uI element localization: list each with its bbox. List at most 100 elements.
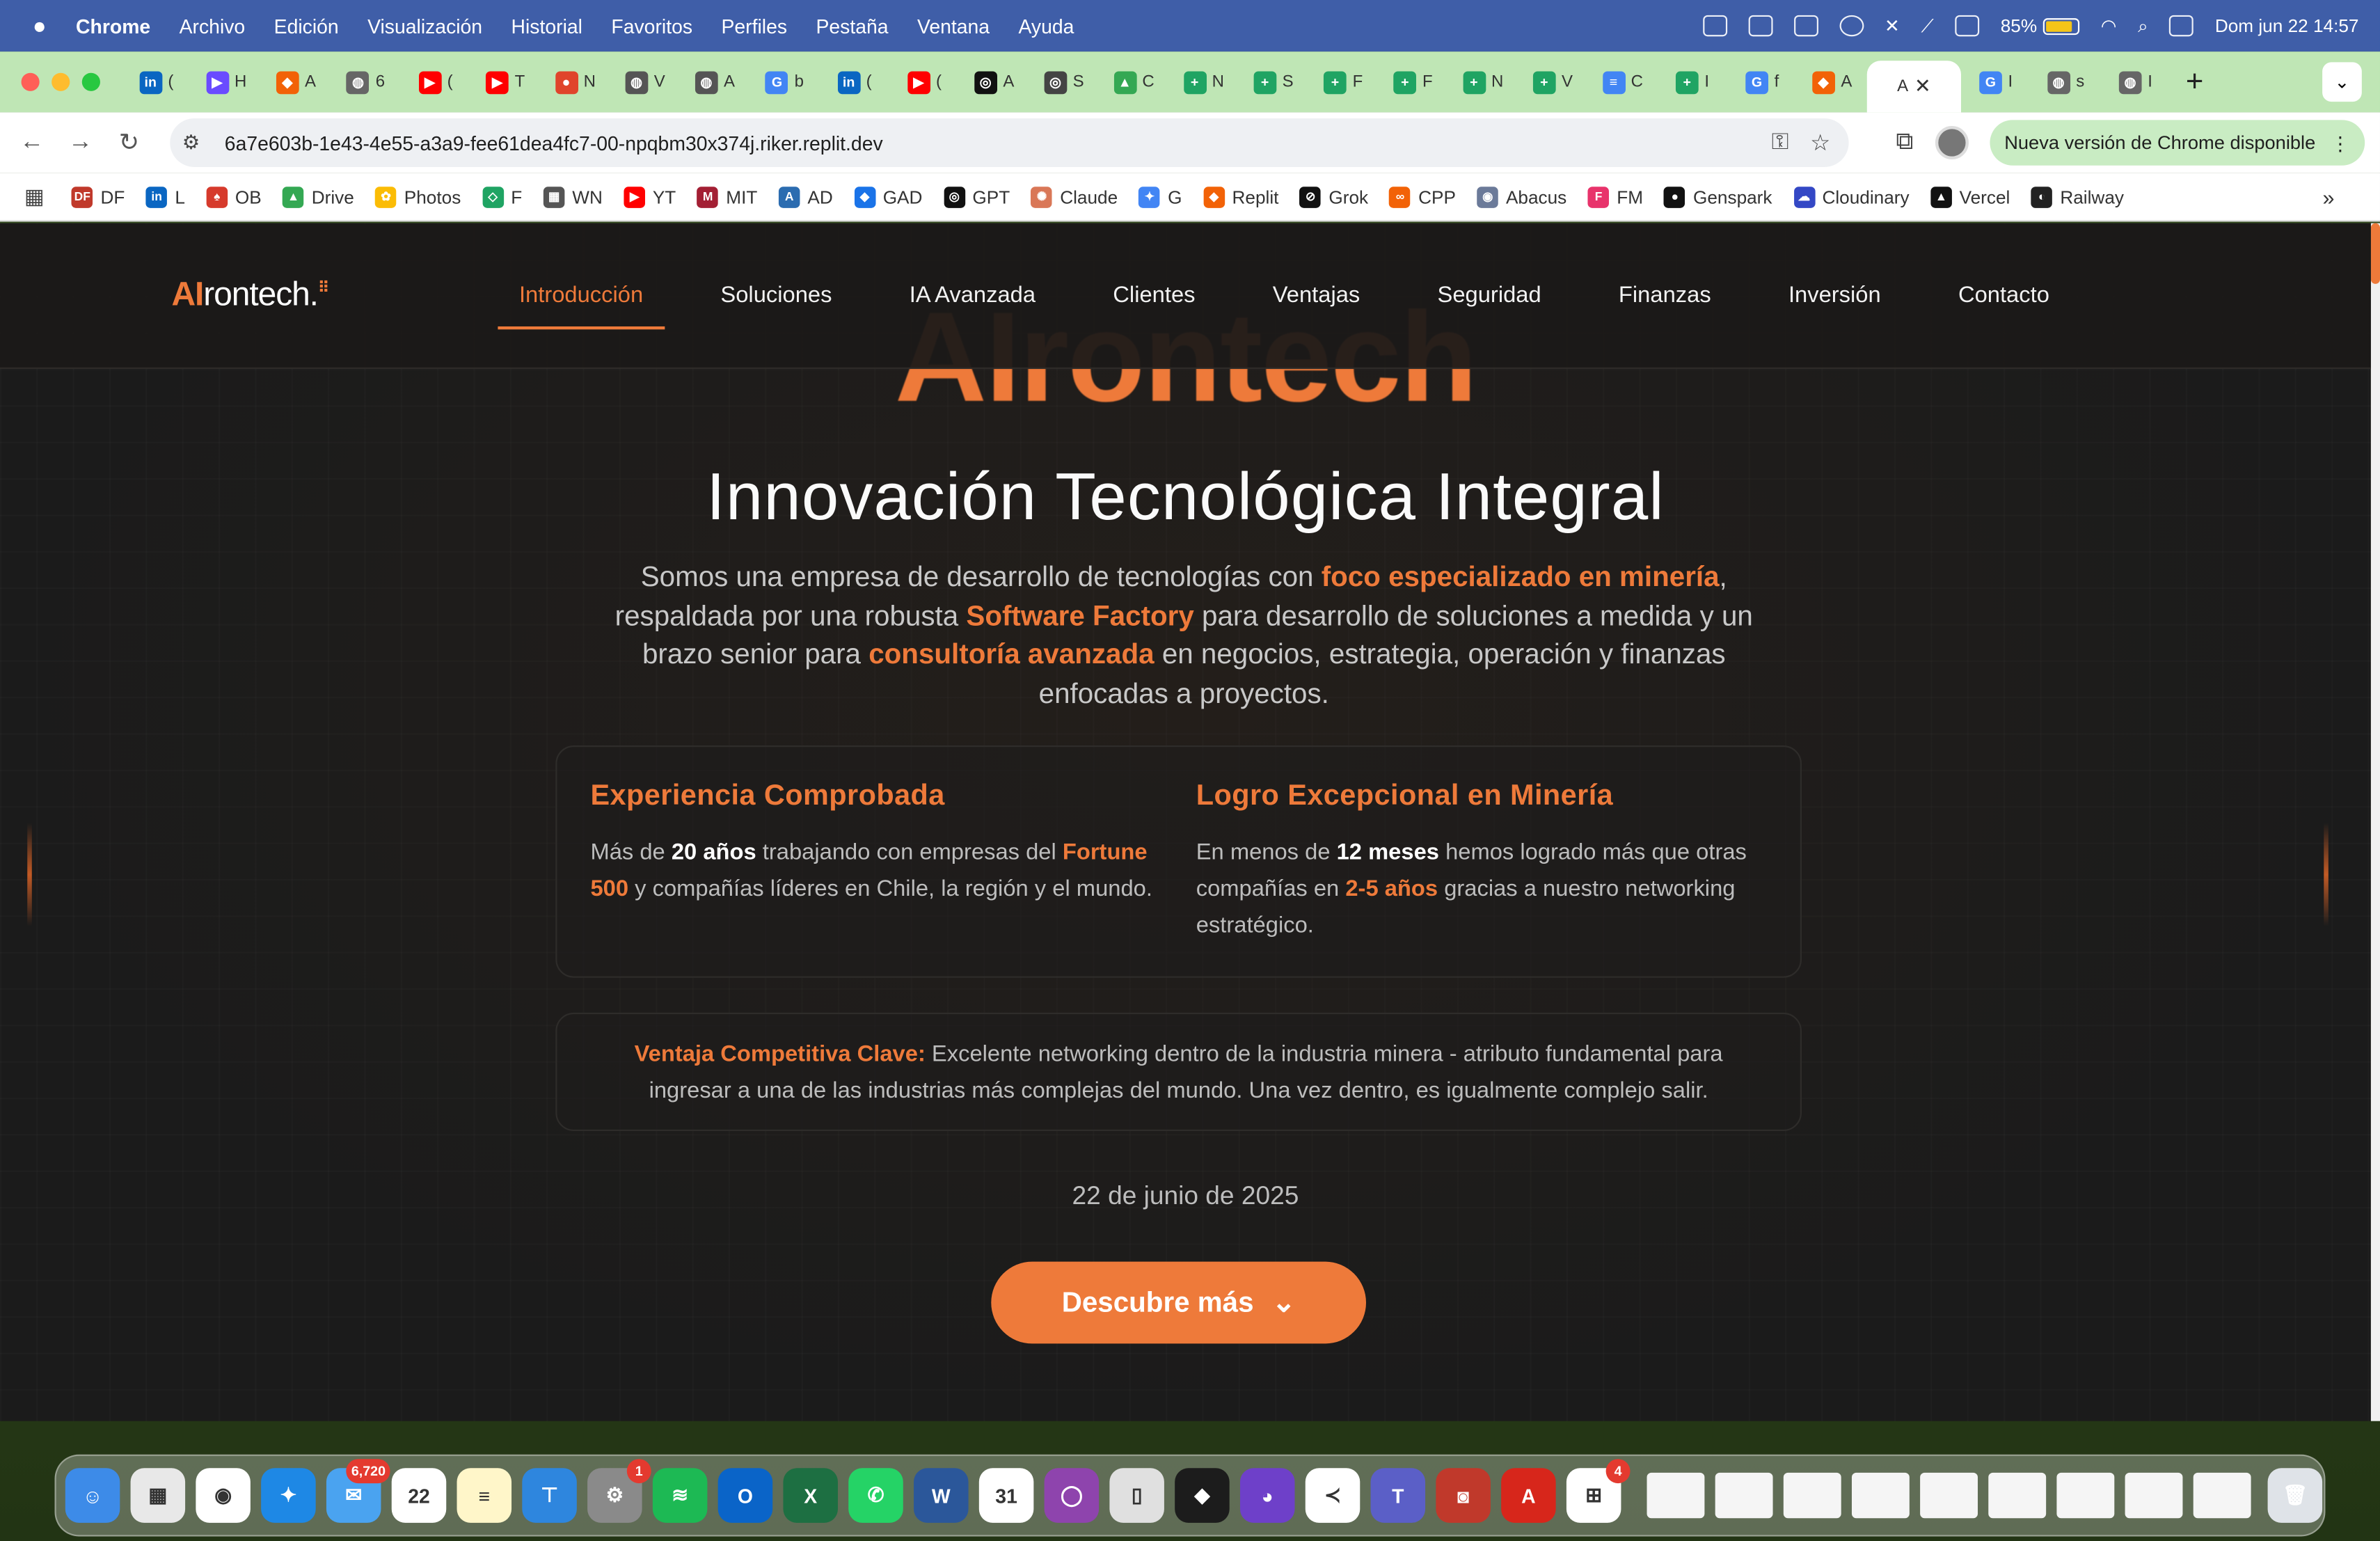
display-icon[interactable] [1955, 15, 1980, 37]
circle-app-icon[interactable]: ◯ [1044, 1468, 1100, 1523]
bookmark-item[interactable]: ⊘ Grok [1299, 186, 1368, 207]
discover-more-button[interactable]: Descubre más ⌄ [991, 1261, 1367, 1344]
mail-icon[interactable]: ✉ 6,720 [326, 1459, 390, 1523]
bookmark-item[interactable]: ◆ GAD [854, 186, 922, 207]
tab[interactable]: + N [1448, 59, 1518, 104]
bookmark-item[interactable]: ✿ Photos [375, 186, 461, 207]
keynote-icon[interactable]: ⊤ [522, 1468, 577, 1523]
tab[interactable]: + V [1518, 59, 1587, 104]
tab[interactable]: ◍ I [2101, 59, 2171, 104]
apps-grid-icon[interactable]: ▦ [24, 184, 45, 210]
launchpad-icon[interactable]: ▦ [130, 1468, 186, 1523]
github-icon[interactable]: ◕ [1239, 1468, 1295, 1523]
play-status-icon[interactable] [1839, 15, 1864, 37]
tab[interactable]: + S [1239, 59, 1308, 104]
tab[interactable]: GI [1961, 59, 2031, 104]
tab-search-dropdown[interactable]: ⌄ [2322, 62, 2362, 102]
site-info-icon[interactable]: ⚙ [182, 131, 207, 155]
bookmark-item[interactable]: ∞ CPP [1389, 186, 1456, 207]
bookmark-item[interactable]: ◆ Replit [1203, 186, 1278, 207]
password-key-icon[interactable]: ⚿ [1772, 129, 1789, 156]
bookmark-item[interactable]: ▲ Drive [283, 186, 354, 207]
menu-item[interactable]: Favoritos [611, 15, 692, 38]
finder-icon[interactable]: ☺ [65, 1468, 120, 1523]
tab[interactable]: ◎ A [959, 59, 1029, 104]
bookmark-item[interactable]: ♠ OB [206, 186, 262, 207]
outlook-icon[interactable]: O [717, 1468, 773, 1523]
recent-document-thumbnail[interactable] [1851, 1472, 1910, 1519]
url-text[interactable]: 6a7e603b-1e43-4e55-a3a9-fee61dea4fc7-00-… [225, 132, 883, 155]
tab[interactable]: ◆ A [261, 59, 331, 104]
tab[interactable]: ≡ C [1587, 59, 1657, 104]
bookmark-item[interactable]: DF DF [72, 186, 125, 207]
tab[interactable]: + N [1168, 59, 1238, 104]
calendar-icon[interactable]: 22 [391, 1468, 447, 1523]
tab[interactable]: Gb [749, 59, 819, 104]
reload-button[interactable]: ↻ [112, 126, 145, 159]
status-app-icon[interactable] [1747, 15, 1772, 37]
tab[interactable]: + I [1658, 59, 1727, 104]
recent-document-thumbnail[interactable] [1783, 1472, 1841, 1519]
nav-link[interactable]: Finanzas [1597, 266, 1732, 330]
menu-item[interactable]: Pestaña [816, 15, 888, 38]
replit-icon[interactable]: ◆ [1175, 1468, 1230, 1523]
bookmark-item[interactable]: ◉ Abacus [1477, 186, 1566, 207]
page-scrollbar[interactable] [2370, 223, 2380, 1421]
tab[interactable]: ▶ T [470, 59, 540, 104]
menu-item[interactable]: Ayuda [1018, 15, 1074, 38]
bookmark-item[interactable]: M MIT [697, 186, 757, 207]
menu-item[interactable]: Visualización [367, 15, 482, 38]
tab[interactable]: ◆ A [1797, 59, 1866, 104]
bookmark-item[interactable]: ✺ Claude [1031, 186, 1118, 207]
chrome-icon[interactable]: ◉ [196, 1468, 251, 1523]
nav-link[interactable]: IA Avanzada [888, 266, 1056, 330]
trash-icon[interactable]: 🗑 [2267, 1468, 2323, 1523]
wifi-icon[interactable]: ◠ [2101, 15, 2117, 37]
chrome-update-button[interactable]: Nueva versión de Chrome disponible ⋮ [1989, 120, 2365, 166]
bookmark-item[interactable]: F FM [1587, 186, 1643, 207]
tab[interactable]: ● N [540, 59, 610, 104]
tab[interactable]: ◍ V [610, 59, 680, 104]
settings-icon[interactable]: ⚙ 1 [587, 1459, 651, 1523]
zoom-window-button[interactable] [81, 72, 100, 91]
nav-link[interactable]: Soluciones [699, 266, 853, 330]
nav-link[interactable]: Clientes [1092, 266, 1216, 330]
back-button[interactable]: ← [15, 126, 49, 159]
tab[interactable]: ◍ A [680, 59, 749, 104]
minimize-window-button[interactable] [51, 72, 70, 91]
acrobat-icon[interactable]: A [1501, 1468, 1556, 1523]
spotify-icon[interactable]: ≋ [652, 1468, 708, 1523]
menu-item[interactable]: Ventana [917, 15, 990, 38]
vscode-icon[interactable]: ≺ [1305, 1468, 1360, 1523]
control-center-icon[interactable] [2169, 15, 2194, 37]
extensions-icon[interactable]: ⧉ [1896, 129, 1913, 156]
slash-icon[interactable]: ⟋ [1921, 15, 1933, 38]
address-bar[interactable]: ⚙ 6a7e603b-1e43-4e55-a3a9-fee61dea4fc7-0… [170, 118, 1849, 167]
menu-app-name[interactable]: Chrome [76, 15, 150, 38]
status-app-icon[interactable] [1793, 15, 1818, 37]
recent-document-thumbnail[interactable] [1647, 1472, 1705, 1519]
bookmark-item[interactable]: ▲ Vercel [1930, 186, 2010, 207]
excel-icon[interactable]: X [783, 1468, 838, 1523]
tab[interactable]: ◍ 6 [331, 59, 400, 104]
bookmark-item[interactable]: in L [145, 186, 185, 207]
new-tab-button[interactable]: + [2186, 65, 2203, 100]
tab[interactable]: + F [1308, 59, 1378, 104]
mute-icon[interactable]: ✕ [1885, 15, 1900, 37]
bookmark-item[interactable]: ✦ G [1139, 186, 1182, 207]
photo-booth-icon[interactable]: ◙ [1436, 1468, 1491, 1523]
close-window-button[interactable] [21, 72, 40, 91]
safari-icon[interactable]: ✦ [261, 1468, 316, 1523]
bookmark-item[interactable]: ◎ GPT [943, 186, 1010, 207]
menu-item[interactable]: Perfiles [721, 15, 787, 38]
word-icon[interactable]: W [914, 1468, 969, 1523]
bookmark-star-icon[interactable]: ☆ [1810, 129, 1830, 157]
profile-avatar[interactable] [1934, 126, 1968, 160]
bookmark-item[interactable]: ● Genspark [1664, 186, 1772, 207]
teams-icon[interactable]: T [1370, 1468, 1426, 1523]
recent-document-thumbnail[interactable] [2056, 1472, 2115, 1519]
clock[interactable]: Dom jun 22 14:57 [2215, 15, 2359, 37]
forward-button[interactable]: → [64, 126, 97, 159]
recent-document-thumbnail[interactable] [2125, 1472, 2183, 1519]
recent-document-thumbnail[interactable] [2193, 1472, 2251, 1519]
